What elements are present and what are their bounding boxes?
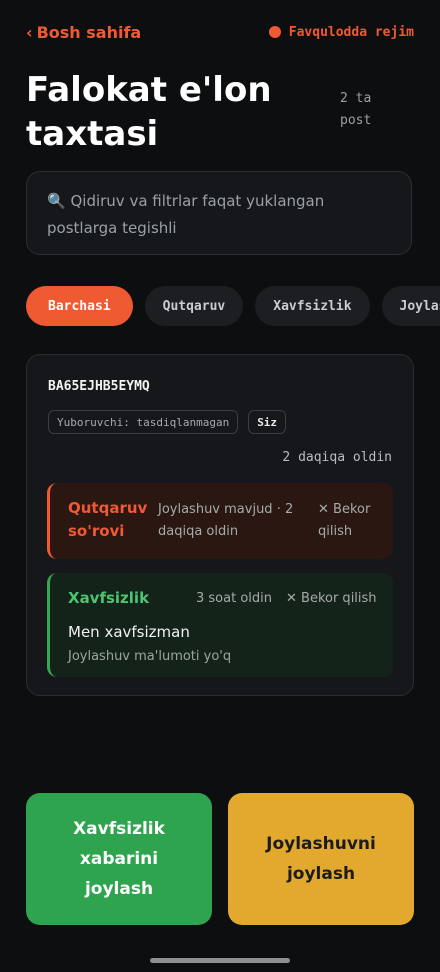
rescue-meta: Joylashuv mavjud · 2 daqiqa oldin xyxy=(158,502,294,539)
filter-chip-all[interactable]: Barchasi xyxy=(26,286,133,326)
rescue-cancel-button[interactable]: ✕ Bekor qilish xyxy=(318,499,388,543)
post-code: BA65EJHB5EYMQ xyxy=(48,379,150,394)
post-time: 2 daqiqa oldin xyxy=(282,450,392,465)
self-badge: Siz xyxy=(248,410,287,434)
safety-location: Joylashuv ma'lumoti yo'q xyxy=(68,649,232,664)
safety-meta: 3 soat oldin xyxy=(196,591,272,606)
safety-item: Xavfsizlik 3 soat oldin ✕ Bekor qilish M… xyxy=(47,573,393,677)
rescue-type-label: Qutqaruv so'rovi xyxy=(68,499,148,540)
status-dot-icon xyxy=(268,26,281,38)
back-label: Bosh sahifa xyxy=(36,22,142,42)
sender-tags: Yuboruvchi: tasdiqlanmagan Siz xyxy=(48,410,287,434)
sender-badge: Yuboruvchi: tasdiqlanmagan xyxy=(48,410,239,434)
post-location-label: Joylashuvni joylash xyxy=(266,834,376,884)
post-count: 2 ta post xyxy=(340,91,372,128)
emergency-mode-indicator: Favqulodda rejim xyxy=(268,24,414,40)
post-card: BA65EJHB5EYMQ Yuboruvchi: tasdiqlanmagan… xyxy=(26,354,414,696)
search-filter-notice[interactable]: 🔍 Qidiruv va filtrlar faqat yuklangan po… xyxy=(26,171,412,255)
post-location-button[interactable]: Joylashuvni joylash xyxy=(228,793,414,925)
search-text: Qidiruv va filtrlar faqat yuklangan post… xyxy=(47,192,325,237)
safety-cancel-button[interactable]: ✕ Bekor qilish xyxy=(286,591,377,606)
post-safety-button[interactable]: Xavfsizlik xabarini joylash xyxy=(26,793,212,925)
search-icon: 🔍 xyxy=(47,192,66,210)
filter-chip-location[interactable]: Joylashuv xyxy=(381,286,440,326)
filter-chip-rescue[interactable]: Qutqaruv xyxy=(144,286,244,326)
filter-chips: Barchasi Qutqaruv Xavfsizlik Joylashuv xyxy=(26,286,440,326)
rescue-request-item: Qutqaruv so'rovi Joylashuv mavjud · 2 da… xyxy=(47,483,393,559)
safety-message: Men xavfsizman xyxy=(68,623,190,641)
post-safety-label: Xavfsizlik xabarini joylash xyxy=(73,819,165,899)
app-screen: ‹ Bosh sahifa Favqulodda rejim Falokat e… xyxy=(0,0,440,972)
chevron-left-icon: ‹ xyxy=(26,22,33,42)
safety-type-label: Xavfsizlik xyxy=(68,589,150,607)
home-indicator[interactable] xyxy=(150,958,290,963)
filter-chip-safety[interactable]: Xavfsizlik xyxy=(255,286,370,326)
back-button[interactable]: ‹ Bosh sahifa xyxy=(26,23,141,42)
page-title: Falokat e'lon taxtasi xyxy=(26,70,272,154)
top-bar: ‹ Bosh sahifa Favqulodda rejim xyxy=(26,20,414,44)
emergency-mode-label: Favqulodda rejim xyxy=(288,24,414,40)
